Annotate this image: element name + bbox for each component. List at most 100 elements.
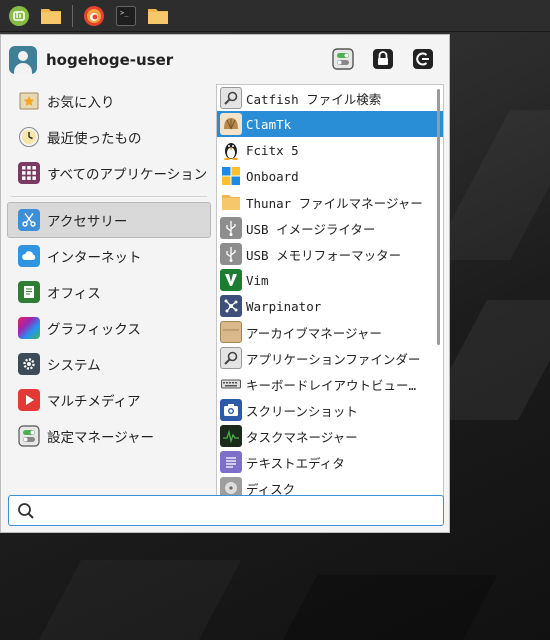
category-settings-manager[interactable]: 設定マネージャー (7, 418, 211, 454)
play-icon (18, 389, 40, 411)
terminal-icon: >_ (116, 5, 136, 26)
category-office[interactable]: オフィス (7, 274, 211, 310)
file-manager-launcher[interactable] (145, 3, 171, 29)
app-screenshot[interactable]: スクリーンショット (217, 397, 443, 423)
category-graphics[interactable]: グラフィックス (7, 310, 211, 346)
app-label: USB メモリフォーマッター (246, 247, 402, 263)
lock-screen-button[interactable] (371, 47, 395, 71)
application-list: Catfish ファイル検索 ClamTk Fcitx 5 Onboard Th… (216, 84, 444, 523)
gear-icon (18, 353, 40, 375)
app-label: USB イメージライター (246, 221, 376, 237)
app-keyboard-layout-viewer[interactable]: キーボードレイアウトビュー… (217, 371, 443, 397)
app-text-editor[interactable]: テキストエディタ (217, 449, 443, 475)
penguin-icon (220, 139, 242, 161)
app-label: テキストエディタ (246, 455, 345, 471)
app-label: スクリーンショット (246, 403, 358, 419)
svg-text:>_: >_ (120, 9, 129, 17)
category-favorites[interactable]: お気に入り (7, 83, 211, 119)
usb-icon (220, 243, 242, 265)
app-label: ClamTk (246, 116, 292, 132)
whisker-menu-icon (9, 5, 29, 26)
category-label: 最近使ったもの (47, 131, 142, 147)
category-label: オフィス (47, 286, 101, 302)
category-label: インターネット (47, 250, 142, 266)
search-input[interactable] (43, 497, 443, 524)
app-thunar[interactable]: Thunar ファイルマネージャー (217, 189, 443, 215)
app-application-finder[interactable]: アプリケーションファインダー (217, 345, 443, 371)
category-list: お気に入り 最近使ったもの すべてのアプリケーション アクセサリー インターネッ… (7, 83, 211, 454)
app-label: アプリケーションファインダー (246, 351, 421, 367)
app-archive-manager[interactable]: アーカイブマネージャー (217, 319, 443, 345)
whisker-menu-button[interactable] (6, 3, 32, 29)
app-warpinator[interactable]: Warpinator (217, 293, 443, 319)
text-editor-icon (220, 451, 242, 473)
app-onboard[interactable]: Onboard (217, 163, 443, 189)
top-panel: >_ (0, 0, 550, 32)
app-vim[interactable]: Vim (217, 267, 443, 293)
settings-manager-button[interactable] (331, 47, 355, 71)
desktop-pattern (39, 560, 242, 640)
category-separator (11, 196, 207, 197)
category-label: アクセサリー (47, 214, 128, 230)
category-multimedia[interactable]: マルチメディア (7, 382, 211, 418)
category-all-applications[interactable]: すべてのアプリケーション (7, 155, 211, 191)
app-label: タスクマネージャー (246, 429, 358, 445)
document-icon (18, 281, 40, 303)
category-label: マルチメディア (47, 394, 141, 410)
folder-icon (41, 8, 61, 24)
archive-icon (220, 321, 242, 343)
terminal-launcher[interactable]: >_ (113, 3, 139, 29)
search-icon (18, 502, 34, 519)
app-label: Fcitx 5 (246, 142, 299, 158)
shell-icon (220, 113, 242, 135)
lock-icon (373, 49, 393, 69)
app-task-manager[interactable]: タスクマネージャー (217, 423, 443, 449)
app-label: Warpinator (246, 298, 322, 314)
category-accessories[interactable]: アクセサリー (7, 202, 211, 238)
app-catfish[interactable]: Catfish ファイル検索 (217, 85, 443, 111)
show-desktop-button[interactable] (38, 3, 64, 29)
app-label: アーカイブマネージャー (246, 325, 382, 341)
app-label: Catfish ファイル検索 (246, 91, 382, 107)
category-internet[interactable]: インターネット (7, 238, 211, 274)
warpinator-icon (220, 295, 242, 317)
category-label: グラフィックス (47, 322, 141, 338)
app-list-scrollbar[interactable] (437, 89, 440, 345)
monitor-icon (220, 425, 242, 447)
category-recent[interactable]: 最近使ったもの (7, 119, 211, 155)
grid-icon (18, 162, 40, 184)
category-label: すべてのアプリケーション (47, 167, 208, 183)
app-label: Onboard (246, 168, 299, 184)
app-label: キーボードレイアウトビュー… (246, 377, 417, 393)
app-clamtk[interactable]: ClamTk (217, 111, 443, 137)
firefox-icon (84, 5, 104, 26)
app-label: Vim (246, 272, 269, 288)
app-usb-stick-formatter[interactable]: USB メモリフォーマッター (217, 241, 443, 267)
scissors-icon (18, 209, 40, 231)
magnifier-icon (220, 87, 242, 109)
app-fcitx5[interactable]: Fcitx 5 (217, 137, 443, 163)
app-usb-image-writer[interactable]: USB イメージライター (217, 215, 443, 241)
category-system[interactable]: システム (7, 346, 211, 382)
toggle-icon (18, 425, 40, 447)
graphics-icon (18, 317, 40, 339)
app-label: Thunar ファイルマネージャー (246, 195, 423, 211)
log-out-button[interactable] (411, 47, 435, 71)
camera-icon (220, 399, 242, 421)
panel-separator (72, 4, 73, 27)
toggle-icon (332, 48, 354, 70)
firefox-launcher[interactable] (81, 3, 107, 29)
keyboard-icon (220, 373, 242, 395)
category-label: お気に入り (47, 95, 115, 111)
search-box[interactable] (8, 495, 444, 526)
folder-icon (220, 191, 242, 213)
keyboard-icon (220, 165, 242, 187)
file-manager-icon (148, 8, 168, 24)
usb-icon (220, 217, 242, 239)
clock-icon (18, 126, 40, 148)
avatar (9, 46, 37, 74)
logout-icon (413, 49, 433, 69)
vim-icon (220, 269, 242, 291)
desktop-pattern (282, 575, 498, 640)
category-label: システム (47, 358, 101, 374)
